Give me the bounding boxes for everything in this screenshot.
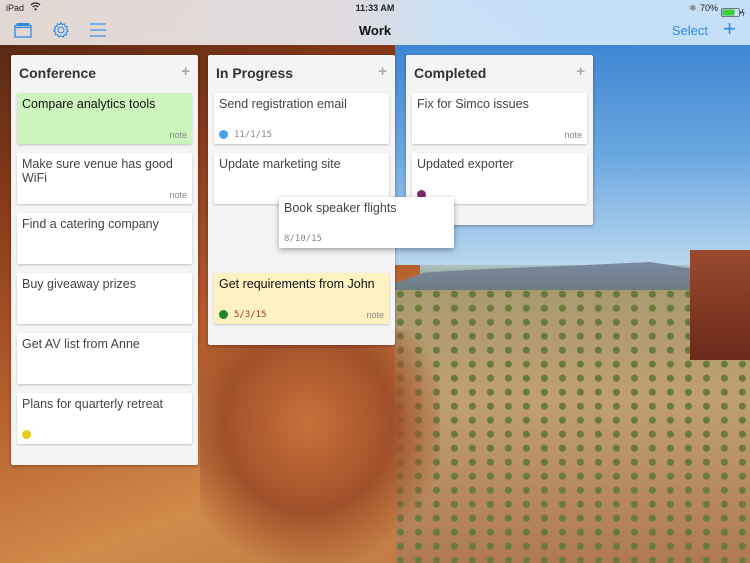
card-title: Buy giveaway prizes — [22, 277, 136, 291]
card[interactable]: Make sure venue has good WiFi note — [17, 153, 192, 204]
card[interactable]: Fix for Simco issues note — [412, 93, 587, 144]
list-title: Conference — [19, 65, 97, 81]
board-title: Work — [358, 23, 392, 38]
label-dot — [219, 130, 228, 139]
card[interactable]: Buy giveaway prizes — [17, 273, 192, 324]
note-indicator: note — [169, 190, 187, 200]
add-card-button[interactable]: + — [181, 63, 190, 80]
dragging-card[interactable]: Book speaker flights 8/10/15 — [279, 197, 454, 248]
list-title: Completed — [414, 65, 487, 81]
card[interactable]: Plans for quarterly retreat — [17, 393, 192, 444]
due-date: 5/3/15 — [234, 310, 267, 320]
card[interactable]: Get AV list from Anne — [17, 333, 192, 384]
list-conference: Conference + Compare analytics tools not… — [11, 55, 198, 465]
add-list-button[interactable]: + — [723, 18, 736, 40]
battery-percent: 70% — [700, 3, 719, 13]
add-card-button[interactable]: + — [378, 63, 387, 80]
card[interactable]: Send registration email 11/1/15 — [214, 93, 389, 144]
label-dot — [219, 310, 228, 319]
card-title: Get requirements from John — [219, 277, 375, 291]
card-title: Updated exporter — [417, 157, 514, 171]
add-card-button[interactable]: + — [576, 63, 585, 80]
due-date: 11/1/15 — [234, 130, 272, 140]
navigation-bar: iPad 11:33 AM ✱ 70% Work Select + — [0, 0, 750, 45]
card-title: Make sure venue has good WiFi — [22, 157, 173, 185]
card-title: Compare analytics tools — [22, 97, 156, 111]
card-title: Update marketing site — [219, 157, 341, 171]
card-title: Send registration email — [219, 97, 347, 111]
bluetooth-icon: ✱ — [689, 3, 697, 13]
card[interactable]: Get requirements from John 5/3/15 note — [214, 273, 389, 324]
note-indicator: note — [169, 130, 187, 140]
note-indicator: note — [366, 310, 384, 320]
card-title: Fix for Simco issues — [417, 97, 529, 111]
note-indicator: note — [564, 130, 582, 140]
list-title: In Progress — [216, 65, 294, 81]
card[interactable]: Find a catering company — [17, 213, 192, 264]
background-cliff — [690, 250, 750, 360]
card-title: Plans for quarterly retreat — [22, 397, 164, 411]
label-dot — [22, 430, 31, 439]
select-button[interactable]: Select — [672, 23, 708, 38]
clock: 11:33 AM — [355, 3, 395, 13]
card-title: Book speaker flights — [284, 201, 397, 215]
card-title: Get AV list from Anne — [22, 337, 140, 351]
card-title: Find a catering company — [22, 217, 159, 231]
background-rock — [200, 330, 440, 563]
due-date: 8/10/15 — [284, 234, 322, 244]
card[interactable]: Compare analytics tools note — [17, 93, 192, 144]
